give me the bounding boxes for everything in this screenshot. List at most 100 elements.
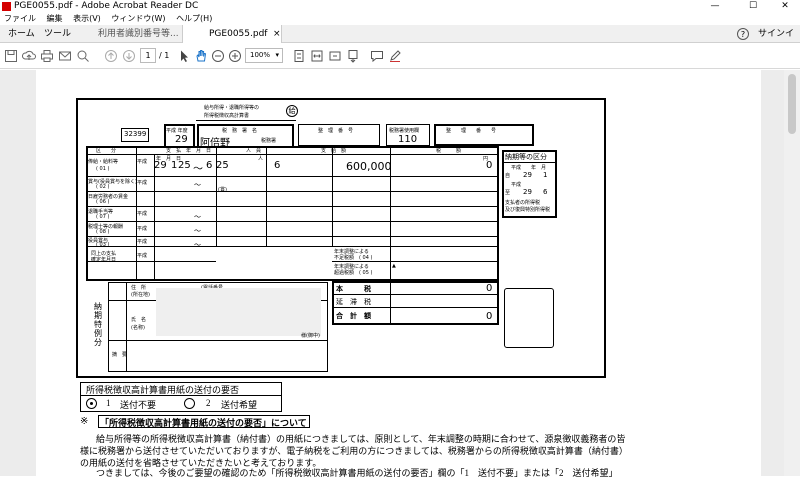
toolbar: 1 / 1 100% ▾ xyxy=(0,43,800,69)
opt1-radio[interactable] xyxy=(86,398,97,409)
fit-page-icon[interactable] xyxy=(292,49,306,63)
request-heading: 所得税徴収高計算書用紙の送付の要否 xyxy=(86,385,240,395)
opt2-label: 送付希望 xyxy=(221,400,258,410)
pen-icon[interactable] xyxy=(388,49,402,63)
zeimusho-label: 税 務 署 名 xyxy=(222,128,258,134)
triangle-mark: ▲ xyxy=(392,263,396,269)
tab-home[interactable]: ホーム xyxy=(8,25,35,43)
save-icon[interactable] xyxy=(4,49,18,63)
col-zeigaku: 税 額 xyxy=(436,148,462,154)
noki-year-label: 平成 年 月 xyxy=(511,165,547,171)
tab-document-2-label: PGE0055.pdf xyxy=(209,29,268,39)
tax-office-use-value: 110 xyxy=(398,134,418,145)
next-page-icon[interactable] xyxy=(122,49,136,63)
kyu-mark: 給 xyxy=(286,105,298,117)
minimize-button[interactable]: — xyxy=(700,0,730,13)
page-number-input[interactable]: 1 xyxy=(140,48,156,63)
upload-icon[interactable] xyxy=(22,49,36,63)
maximize-button[interactable]: ☐ xyxy=(738,0,768,13)
col-shikyu: 支 払 年 月 日 xyxy=(166,148,212,154)
noki-from-year: 29 xyxy=(523,171,532,179)
row5-era: 平成 xyxy=(137,226,148,232)
row4-code: ( 07 ) xyxy=(96,214,110,220)
noki-note2: 及び復興特別所得税 xyxy=(505,207,551,213)
menu-file[interactable]: ファイル xyxy=(4,14,36,23)
hand-tool-icon[interactable] xyxy=(194,49,208,63)
seiri-label: 整 理 番 号 xyxy=(446,128,497,134)
row1-amount: 600,000 xyxy=(346,160,392,173)
menu-window[interactable]: ウィンドウ(W) xyxy=(111,14,165,23)
opt1-num: 1 xyxy=(106,398,111,408)
row2-era: 平成 xyxy=(137,180,148,186)
zoom-out-icon[interactable] xyxy=(211,49,225,63)
close-tab-icon[interactable]: × xyxy=(273,25,281,43)
nendo-label: 平成 年度 xyxy=(166,128,188,134)
honzei-value: 0 xyxy=(486,283,493,294)
rotate-icon[interactable] xyxy=(328,49,342,63)
row1-day2: 25 xyxy=(216,160,229,171)
gokei-value: 0 xyxy=(486,311,493,322)
close-window-button[interactable]: ✕ xyxy=(770,0,800,13)
col-jinin: 人 員 xyxy=(246,148,262,154)
row1-people: 6 xyxy=(274,160,281,171)
tab-tools[interactable]: ツール xyxy=(44,25,71,43)
name-sub: (名称) xyxy=(131,325,145,331)
row1-year: 29 xyxy=(154,160,167,171)
vertical-scrollbar[interactable] xyxy=(784,70,800,476)
zeimusho-suffix: 税務署 xyxy=(261,138,277,144)
menu-view[interactable]: 表示(V) xyxy=(73,14,101,23)
fit-width-icon[interactable] xyxy=(310,49,324,63)
zoom-select[interactable]: 100% ▾ xyxy=(245,48,283,63)
search-icon[interactable] xyxy=(76,49,90,63)
mail-icon[interactable] xyxy=(58,49,72,63)
row2-sho: (賞) xyxy=(218,187,227,193)
row1-month: 1 xyxy=(171,160,178,171)
noki-note1: 支払者の所得税 xyxy=(505,200,541,206)
nendo-value: 29 xyxy=(175,134,188,145)
col-kubun: 区 分 xyxy=(96,148,117,154)
opt2-radio[interactable] xyxy=(184,398,195,409)
zoom-in-icon[interactable] xyxy=(228,49,242,63)
noki-title: 納期等の区分 xyxy=(505,153,547,161)
name-label: 氏 名 xyxy=(131,317,147,323)
prev-page-icon[interactable] xyxy=(104,49,118,63)
noki-from-label: 自 xyxy=(505,173,511,179)
scrollbar-thumb[interactable] xyxy=(788,74,796,134)
signin-link[interactable]: サインイン xyxy=(758,25,800,57)
unit-nin: 人 xyxy=(258,156,264,162)
row7-label2: 確定年月日 xyxy=(91,257,117,263)
gokei-label: 合 計 額 xyxy=(336,312,371,320)
page-total: / 1 xyxy=(159,51,170,60)
col-shikyugaku: 支 給 額 xyxy=(321,148,347,154)
redacted-address xyxy=(156,288,321,336)
row4-tilde: 〜 xyxy=(194,213,201,221)
row6-era: 平成 xyxy=(137,239,148,245)
stamp-area xyxy=(504,288,554,348)
opt2-num: 2 xyxy=(206,398,211,408)
form-title-line1: 給与所得・退職所得等の xyxy=(204,105,260,111)
help-icon[interactable]: ? xyxy=(737,28,749,40)
window-title: PGE0055.pdf - Adobe Acrobat Reader DC xyxy=(14,1,199,11)
row6-code: ( 03 ) xyxy=(96,242,110,248)
row2-code: ( 02 ) xyxy=(96,184,110,190)
addr-sub: (所在地) xyxy=(131,292,150,298)
menu-help[interactable]: ヘルプ(H) xyxy=(176,14,212,23)
tab-bar: ホーム ツール 利用者識別番号等... PGE0055.pdf × ? サインイ… xyxy=(0,25,800,57)
print-icon[interactable] xyxy=(40,49,54,63)
form-title-line2: 所得税徴収高計算書 xyxy=(204,113,250,119)
tekiyo-label: 摘 要 xyxy=(112,352,128,358)
scroll-icon[interactable] xyxy=(346,49,360,63)
document-viewer[interactable]: 給与所得・退職所得等の 所得税徴収高計算書 給 32399 平成 年度 29 税… xyxy=(0,70,800,478)
menu-bar: ファイル 編集 表示(V) ウィンドウ(W) ヘルプ(H) xyxy=(0,13,800,25)
comment-icon[interactable] xyxy=(370,49,384,63)
title-bar: PGE0055.pdf - Adobe Acrobat Reader DC — … xyxy=(0,0,800,13)
select-cursor-icon[interactable] xyxy=(177,49,191,63)
seiri-number-label: 整 理 番 号 xyxy=(318,128,354,134)
menu-edit[interactable]: 編集 xyxy=(47,14,63,23)
row6-tilde: 〜 xyxy=(194,241,201,249)
tab-document-1[interactable]: 利用者識別番号等... xyxy=(98,25,179,43)
row1-tax: 0 xyxy=(486,160,493,171)
tab-document-2[interactable]: PGE0055.pdf × xyxy=(182,25,282,43)
row7-era: 平成 xyxy=(137,253,148,259)
entai-label: 延 滞 税 xyxy=(336,298,371,306)
